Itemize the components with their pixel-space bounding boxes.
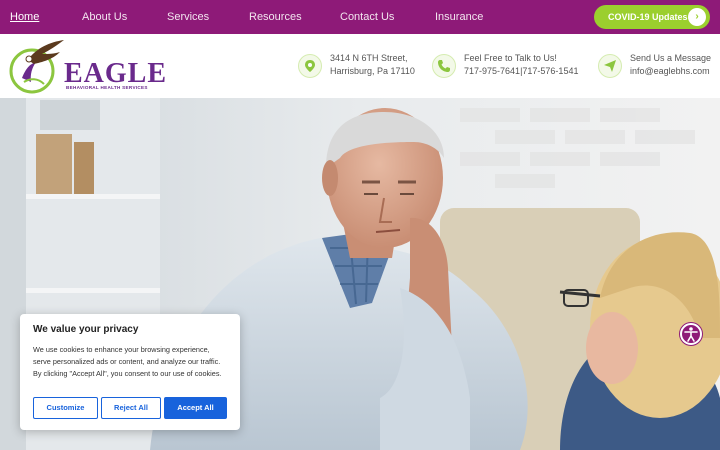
nav-contact-us[interactable]: Contact Us (340, 10, 394, 24)
eagle-emblem-icon (9, 40, 64, 94)
covid-updates-label: COVID-19 Updates (608, 12, 688, 22)
map-pin-icon (298, 54, 322, 78)
phone-text: Feel Free to Talk to Us! 717-975-7641|71… (464, 52, 578, 78)
cookie-consent-dialog: We value your privacy We use cookies to … (20, 314, 240, 430)
top-navigation: Home About Us Services Resources Contact… (0, 0, 720, 34)
phone-link-1[interactable]: 717-975-7641 (464, 66, 520, 76)
site-header: EAGLE BEHAVIORAL HEALTH SERVICES 3414 N … (0, 34, 720, 98)
logo-subtitle: BEHAVIORAL HEALTH SERVICES (66, 85, 148, 90)
message-label: Send Us a Message (630, 53, 712, 63)
eagle-logo[interactable]: EAGLE BEHAVIORAL HEALTH SERVICES (8, 38, 166, 96)
logo-wordmark: EAGLE (64, 58, 168, 89)
nav-insurance[interactable]: Insurance (435, 10, 483, 24)
email-link[interactable]: info@eaglebhs.com (630, 65, 711, 78)
address-line-2: Harrisburg, Pa 17110 (330, 66, 415, 76)
customize-button[interactable]: Customize (33, 397, 98, 419)
nav-about-us[interactable]: About Us (82, 10, 127, 24)
chevron-right-icon: › (688, 8, 706, 26)
message-text: Send Us a Message info@eaglebhs.com (630, 52, 711, 78)
phone-link-2[interactable]: 717-576-1541 (522, 66, 578, 76)
address-line-1: 3414 N 6TH Street, (330, 53, 408, 63)
covid-updates-button[interactable]: COVID-19 Updates › (594, 5, 710, 29)
nav-home[interactable]: Home (10, 10, 39, 24)
accessibility-icon (684, 327, 698, 342)
nav-services[interactable]: Services (167, 10, 209, 24)
address-text: 3414 N 6TH Street, Harrisburg, Pa 17110 (330, 52, 415, 78)
accept-all-button[interactable]: Accept All (164, 397, 227, 419)
reject-all-button[interactable]: Reject All (101, 397, 161, 419)
phone-icon (432, 54, 456, 78)
nav-resources[interactable]: Resources (249, 10, 302, 24)
cookie-message: We use cookies to enhance your browsing … (33, 345, 222, 378)
cookie-title: We value your privacy (33, 324, 139, 335)
accessibility-button[interactable] (680, 323, 702, 345)
paper-plane-icon (598, 54, 622, 78)
talk-label: Feel Free to Talk to Us! (464, 53, 557, 63)
